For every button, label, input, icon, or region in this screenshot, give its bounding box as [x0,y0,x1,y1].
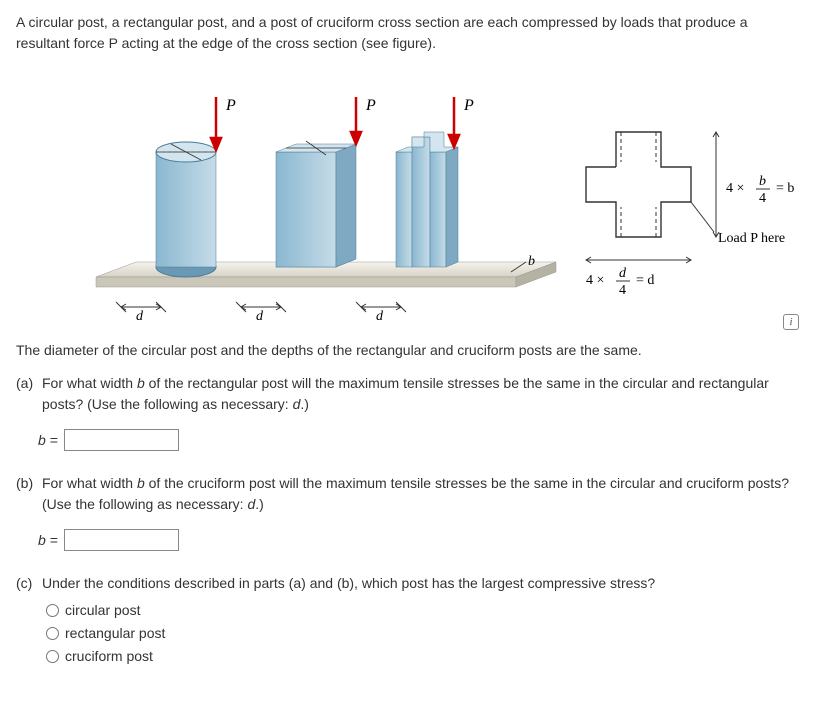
radio-option-circular[interactable]: circular post [46,600,801,621]
part-a-answer-prefix: b = [38,430,58,451]
eq2-bot: 4 [759,191,766,206]
part-b: (b) For what width b of the cruciform po… [16,473,801,551]
part-b-answer-prefix: b = [38,530,58,551]
eq2-left: 4 × [726,181,744,196]
part-c-label: (c) [16,573,42,594]
info-icon[interactable]: i [783,314,799,330]
radio-circular-label: circular post [65,600,140,621]
part-b-text: For what width b of the cruciform post w… [42,473,801,515]
part-b-answer-input[interactable] [64,529,179,551]
eq1-top: d [619,266,627,281]
d-label-3: d [376,309,384,324]
part-a-label: (a) [16,373,42,394]
eq1-left: 4 × [586,273,604,288]
part-c: (c) Under the conditions described in pa… [16,573,801,667]
radio-option-rectangular[interactable]: rectangular post [46,623,801,644]
b-label-slab: b [528,254,535,269]
note-line: The diameter of the circular post and th… [16,340,801,361]
p-label-3: P [463,97,474,114]
radio-rectangular-input[interactable] [46,627,59,640]
eq2-right: = b [776,181,794,196]
load-p-here-label: Load P here [718,231,785,246]
p-label-2: P [365,97,376,114]
figure-container: P P P d d d b [16,62,801,332]
part-a-answer-input[interactable] [64,429,179,451]
radio-option-cruciform[interactable]: cruciform post [46,646,801,667]
eq1-bot: 4 [619,283,626,298]
eq2-top: b [759,174,766,189]
part-a-text: For what width b of the rectangular post… [42,373,801,415]
part-a: (a) For what width b of the rectangular … [16,373,801,451]
radio-circular-input[interactable] [46,604,59,617]
radio-cruciform-label: cruciform post [65,646,153,667]
d-label-2: d [256,309,264,324]
eq1-right: = d [636,273,654,288]
radio-rectangular-label: rectangular post [65,623,165,644]
p-label-1: P [225,97,236,114]
problem-intro: A circular post, a rectangular post, and… [16,12,801,54]
radio-cruciform-input[interactable] [46,650,59,663]
d-label-1: d [136,309,144,324]
part-b-label: (b) [16,473,42,494]
part-c-text: Under the conditions described in parts … [42,573,801,594]
figure-svg: P P P d d d b [56,62,796,332]
